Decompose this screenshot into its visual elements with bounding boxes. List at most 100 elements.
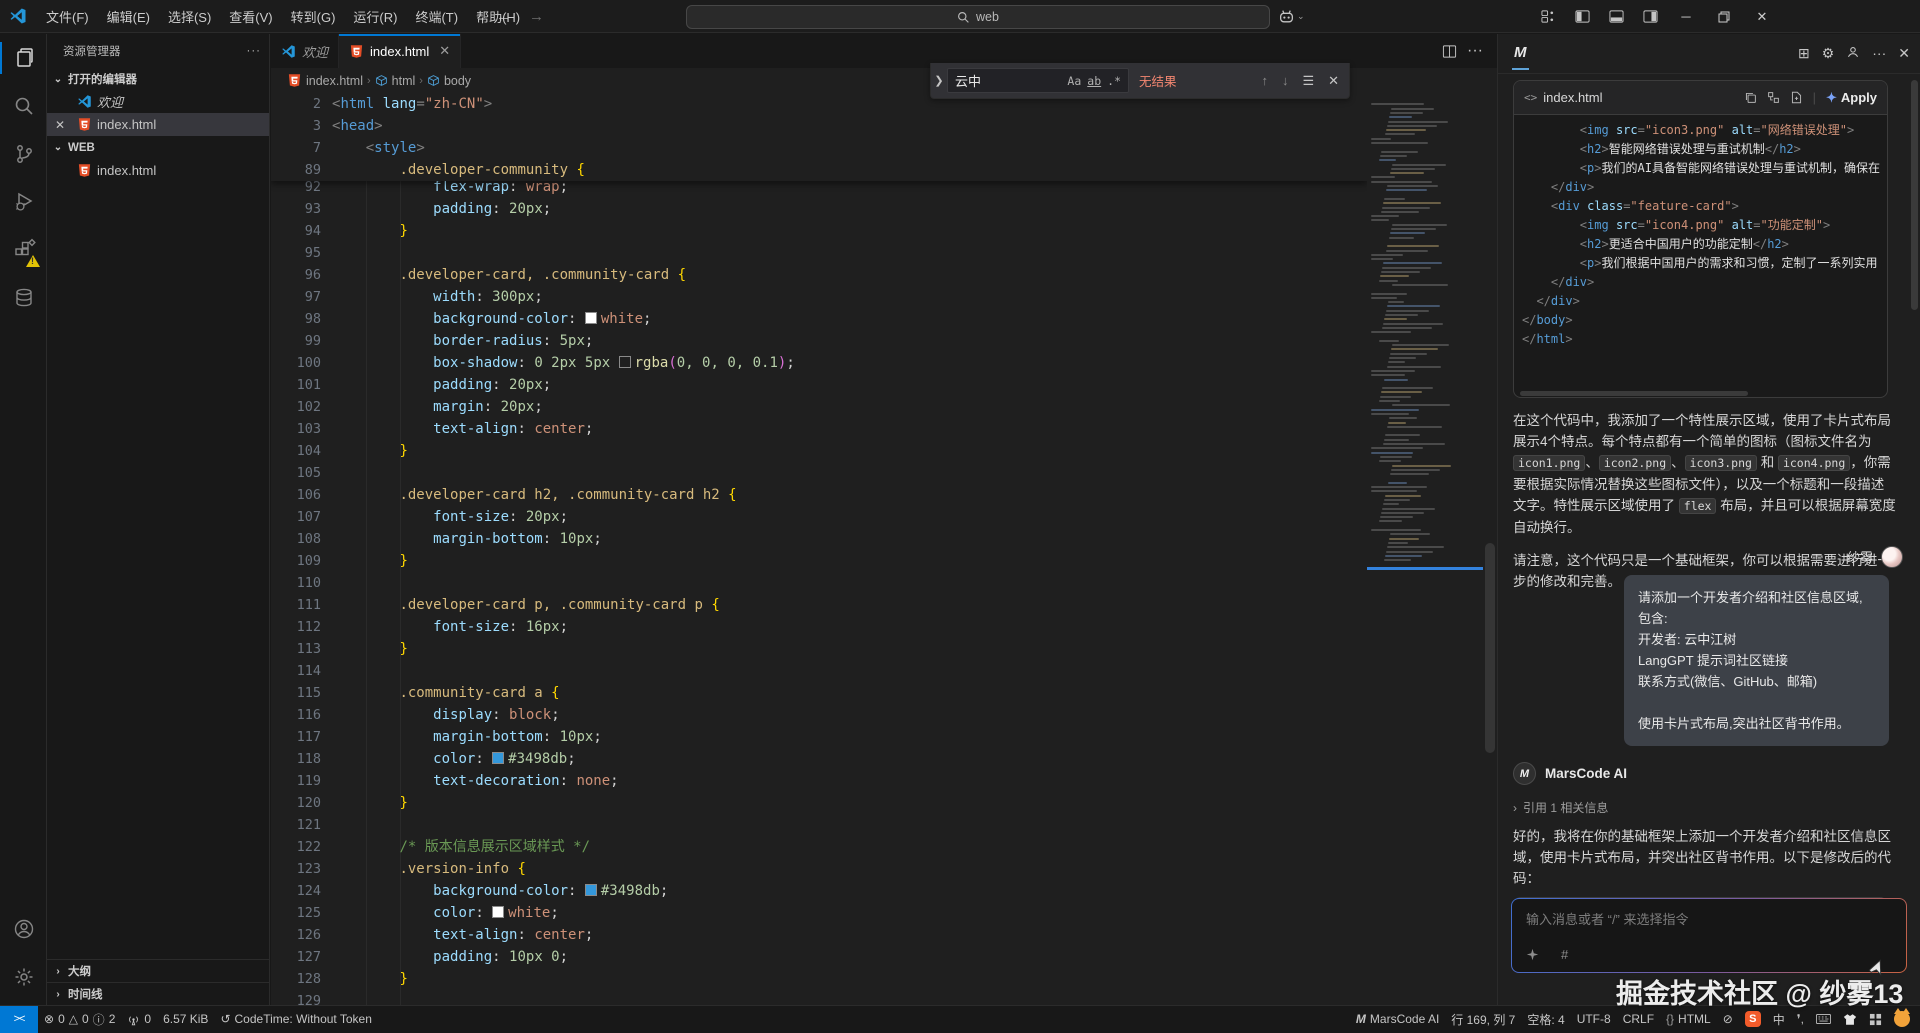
new-file-icon[interactable] [1790,91,1803,104]
card-horizontal-scrollbar[interactable] [1514,389,1887,397]
command-center-search[interactable]: web [686,5,1270,29]
codetime-status[interactable]: ↺ CodeTime: Without Token [214,1008,377,1030]
navigate-back-icon[interactable]: ← [496,8,511,25]
skills-sparkle-icon[interactable] [1526,948,1539,961]
apply-button[interactable]: ✦ Apply [1826,90,1877,106]
find-next-icon[interactable]: ↓ [1282,73,1289,89]
breadcrumb-body[interactable]: body [444,74,471,88]
customize-layout-icon[interactable] [1535,6,1561,28]
account-icon[interactable] [0,905,47,953]
code-line: 94 } [271,220,1367,242]
settings-gear-icon[interactable] [0,953,47,1001]
marscode-logo-icon[interactable]: M [1512,37,1529,70]
split-editor-icon[interactable] [1442,44,1457,59]
menu-item[interactable]: 选择(S) [159,4,220,29]
panel-more-icon[interactable]: ··· [1872,45,1886,62]
whole-word-icon[interactable]: ab [1084,73,1104,89]
source-control-icon[interactable] [0,130,47,178]
vscode-logo-icon [9,7,27,25]
cat-extension-icon[interactable] [1888,1008,1916,1030]
menu-item[interactable]: 文件(F) [37,4,98,29]
marscode-status[interactable]: M MarsCode AI [1350,1008,1445,1030]
menu-item[interactable]: 转到(G) [282,4,345,29]
reference-toggle[interactable]: › 引用 1 相关信息 [1513,799,1608,816]
breadcrumb-file[interactable]: index.html [306,74,363,88]
tab-welcome[interactable]: 欢迎 [271,34,339,68]
context-hash-icon[interactable]: # [1561,947,1568,962]
close-icon[interactable]: ✕ [55,118,65,132]
close-find-icon[interactable]: ✕ [1328,73,1339,89]
menu-item[interactable]: 查看(V) [220,4,281,29]
find-previous-icon[interactable]: ↑ [1261,73,1268,89]
chat-input[interactable]: 输入消息或者 “/” 来选择指令 # [1511,898,1907,973]
toggle-replace-icon[interactable]: ❯ [931,74,947,87]
close-tab-icon[interactable]: ✕ [439,43,450,59]
code-editor[interactable]: 92 flex-wrap: wrap;93 padding: 20px;94 }… [271,93,1367,1005]
tab-index-html[interactable]: index.html ✕ [339,34,461,68]
shirt-extension-icon[interactable] [1837,1008,1863,1030]
database-extension-icon[interactable] [0,274,47,322]
ports-status[interactable]: 0 [121,1008,157,1030]
editor-scrollbar[interactable] [1483,93,1497,1005]
eol-status[interactable]: CRLF [1617,1008,1660,1030]
file-size-status[interactable]: 6.57 KiB [157,1008,214,1030]
card-code-line: </body> [1522,311,1887,330]
problems-status[interactable]: ⊗0 △0 ⓘ2 [38,1008,121,1030]
minimize-button[interactable]: ─ [1671,0,1701,33]
toggle-secondary-sidebar-icon[interactable] [1637,6,1663,28]
toggle-panel-icon[interactable] [1603,6,1629,28]
encoding-status[interactable]: UTF-8 [1571,1008,1617,1030]
timeline-section[interactable]: › 时间线 [47,982,269,1005]
keyboard-icon[interactable] [1810,1008,1837,1030]
navigate-forward-icon[interactable]: → [529,8,544,25]
panel-scrollbar[interactable] [1911,80,1918,310]
menu-bar: 文件(F)编辑(E)选择(S)查看(V)转到(G)运行(R)终端(T)帮助(H) [37,4,529,29]
outline-section[interactable]: › 大纲 [47,959,269,982]
quote-extension-icon[interactable]: ❜, [1791,1008,1810,1030]
regex-icon[interactable]: .* [1104,73,1124,89]
explorer-icon[interactable] [0,34,47,82]
remote-indicator[interactable]: >< [0,1006,38,1033]
minimap[interactable] [1367,93,1483,1005]
run-debug-icon[interactable] [0,178,47,226]
indentation-status[interactable]: 空格: 4 [1521,1008,1570,1030]
panel-settings-gear-icon[interactable]: ⚙ [1822,45,1835,62]
find-in-selection-icon[interactable]: ☰ [1302,73,1314,89]
extensions-icon[interactable] [0,226,47,274]
match-case-icon[interactable]: Aa [1064,73,1084,89]
card-code-line: <h2>更适合中国用户的功能定制</h2> [1522,235,1887,254]
menu-item[interactable]: 终端(T) [406,4,467,29]
insert-at-cursor-icon[interactable] [1767,91,1780,104]
menu-item[interactable]: 编辑(E) [98,4,159,29]
profile-icon[interactable] [1846,45,1860,62]
do-not-disturb-icon[interactable]: ⊘ [1717,1008,1739,1030]
close-panel-icon[interactable]: ✕ [1898,45,1910,62]
language-mode-status[interactable]: {}HTML [1660,1008,1717,1030]
open-editor-index-html[interactable]: ✕ index.html [47,113,269,136]
grid-extension-icon[interactable] [1863,1008,1888,1030]
folder-web-section[interactable]: ⌄ WEB [47,136,269,159]
cursor-position-status[interactable]: 行 169, 列 7 [1445,1008,1521,1030]
menu-item[interactable]: 运行(R) [344,4,406,29]
tree-item-index-html[interactable]: index.html [47,159,269,182]
close-window-button[interactable]: ✕ [1747,0,1777,33]
new-chat-icon[interactable]: ⊞ [1798,45,1810,62]
error-icon: ⊗ [44,1012,54,1026]
sidebar-more-actions-icon[interactable]: ··· [247,45,262,57]
copy-icon[interactable] [1744,91,1757,104]
open-editor-welcome[interactable]: 欢迎 [47,90,269,113]
code-line: 113 } [271,638,1367,660]
breadcrumb-html[interactable]: html [392,74,416,88]
find-result-count: 无结果 [1139,71,1177,90]
restore-button[interactable] [1709,0,1739,33]
toggle-primary-sidebar-icon[interactable] [1569,6,1595,28]
code-line: 126 text-align: center; [271,924,1367,946]
sidebar-title: 资源管理器 [63,43,121,59]
search-sidebar-icon[interactable] [0,82,47,130]
open-editors-section[interactable]: ⌄ 打开的编辑器 [47,68,269,90]
ai-assistant-menu[interactable]: ⌄ [1278,0,1305,33]
find-input[interactable]: 云中 Aa ab .* [947,68,1129,93]
s-extension-icon[interactable]: S [1739,1008,1767,1030]
chinese-lang-icon[interactable]: 中 [1767,1008,1791,1030]
editor-more-actions-icon[interactable]: ··· [1467,42,1483,60]
